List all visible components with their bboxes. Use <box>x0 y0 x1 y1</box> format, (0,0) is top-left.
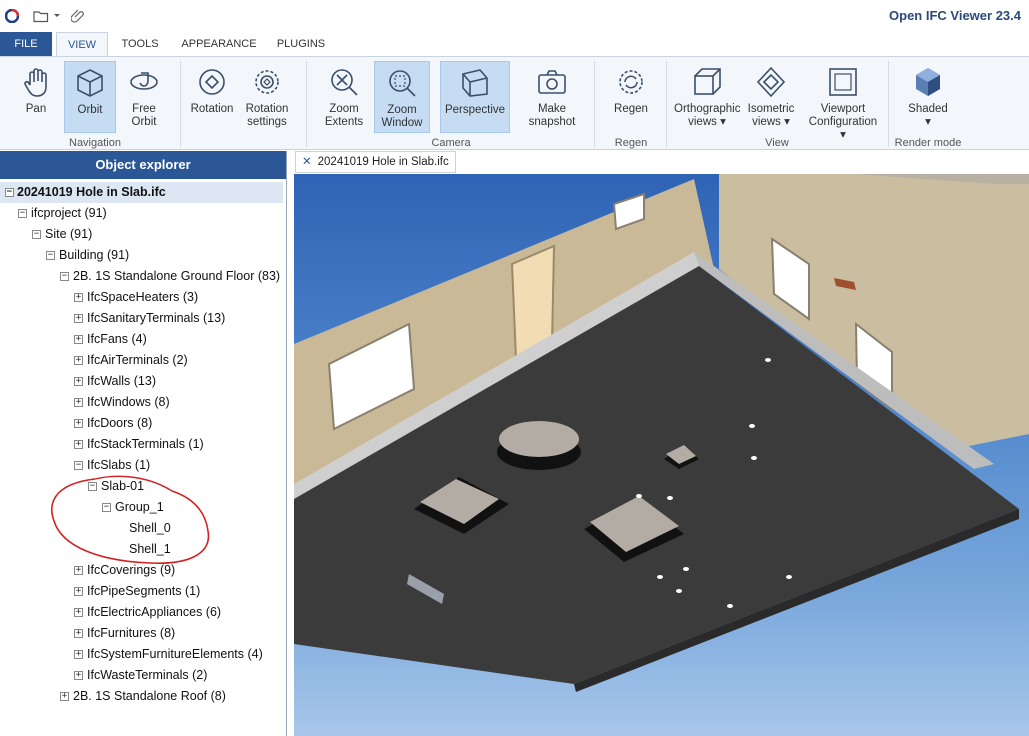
tab-tools[interactable]: TOOLS <box>112 32 168 56</box>
rotation-button[interactable]: Rotation <box>186 61 238 133</box>
expand-icon[interactable]: + <box>74 377 83 386</box>
group-separator <box>306 61 307 147</box>
group-label-regen: Regen <box>614 137 648 149</box>
expand-icon[interactable]: + <box>74 566 83 575</box>
expand-icon[interactable]: + <box>74 440 83 449</box>
circular-shell <box>499 421 579 457</box>
zoom-extents-button[interactable]: Zoom Extents <box>318 61 370 133</box>
perspective-button[interactable]: Perspective <box>440 61 510 133</box>
paperclip-icon[interactable] <box>70 6 88 26</box>
collapse-icon[interactable]: − <box>46 251 55 260</box>
regen-button[interactable]: Regen <box>604 61 658 133</box>
cube-icon <box>77 69 103 97</box>
collapse-icon[interactable]: − <box>18 209 27 218</box>
object-explorer-panel: Object explorer − 20241019 Hole in Slab.… <box>0 151 287 736</box>
title-bar: Open IFC Viewer 23.4 <box>0 0 1029 32</box>
collapse-icon[interactable]: − <box>88 482 97 491</box>
zoom-extents-icon <box>331 69 358 96</box>
rotation-icon <box>199 69 225 95</box>
collapse-icon[interactable]: − <box>5 188 14 197</box>
collapse-icon[interactable]: − <box>32 230 41 239</box>
tree-node-root[interactable]: − 20241019 Hole in Slab.ifc <box>0 182 283 203</box>
expand-icon[interactable]: + <box>74 335 83 344</box>
shaded-cube-icon <box>916 68 940 96</box>
isometric-views-button[interactable]: Isometric views ▾ <box>744 61 798 133</box>
gear-icon <box>255 70 279 94</box>
isometric-cube-icon <box>756 66 786 98</box>
viewport-frame-icon <box>829 68 857 96</box>
camera-icon <box>538 70 566 94</box>
expand-icon[interactable]: + <box>74 629 83 638</box>
expand-icon[interactable]: + <box>74 293 83 302</box>
free-orbit-icon <box>130 72 158 90</box>
app-title: Open IFC Viewer 23.4 <box>889 8 1021 23</box>
orthographic-cube-icon <box>694 68 721 95</box>
ribbon-tabs: FILE VIEW TOOLS APPEARANCE PLUGINS <box>0 32 1029 56</box>
group-label-camera: Camera <box>431 137 471 149</box>
expand-icon[interactable]: + <box>74 314 83 323</box>
expand-icon[interactable]: + <box>74 650 83 659</box>
close-icon[interactable]: ✕ <box>302 156 312 168</box>
expand-icon[interactable]: + <box>60 692 69 701</box>
3d-viewport[interactable] <box>294 174 1029 736</box>
viewport-configuration-button[interactable]: Viewport Configuration ▾ <box>804 61 882 141</box>
orthographic-views-button[interactable]: Orthographic views ▾ <box>672 61 742 133</box>
folder-open-icon[interactable] <box>32 6 50 26</box>
tab-appearance[interactable]: APPEARANCE <box>176 32 262 56</box>
expand-icon[interactable]: + <box>74 398 83 407</box>
expand-icon[interactable]: + <box>74 587 83 596</box>
hand-icon <box>24 68 47 97</box>
group-separator <box>180 61 181 147</box>
tab-plugins[interactable]: PLUGINS <box>270 32 332 56</box>
shaded-render-button[interactable]: Shaded ▾ <box>898 61 958 133</box>
tab-file[interactable]: FILE <box>0 32 52 56</box>
app-logo-icon[interactable] <box>4 6 20 26</box>
perspective-icon <box>462 69 488 97</box>
expand-icon[interactable]: + <box>74 419 83 428</box>
rotation-settings-button[interactable]: Rotation settings <box>240 61 294 133</box>
object-explorer-title: Object explorer <box>0 151 286 179</box>
collapse-icon[interactable]: − <box>60 272 69 281</box>
zoom-window-button[interactable]: Zoom Window <box>374 61 430 133</box>
zoom-window-icon <box>389 70 416 97</box>
orbit-button[interactable]: Orbit <box>64 61 116 133</box>
collapse-icon[interactable]: − <box>102 503 111 512</box>
expand-icon[interactable]: + <box>74 608 83 617</box>
chevron-down-icon[interactable] <box>52 6 62 26</box>
tab-view[interactable]: VIEW <box>56 32 108 56</box>
ribbon-panel: Pan Orbit Free Orbit Navigation Rotation… <box>0 56 1029 150</box>
group-separator <box>666 61 667 147</box>
document-tab[interactable]: ✕ 20241019 Hole in Slab.ifc <box>295 151 456 173</box>
group-label-render-mode: Render mode <box>894 137 962 149</box>
group-label-navigation: Navigation <box>69 137 121 149</box>
regen-icon <box>619 70 643 94</box>
expand-icon[interactable]: + <box>74 671 83 680</box>
group-separator <box>888 61 889 147</box>
building-model-render[interactable] <box>294 174 1029 736</box>
make-snapshot-button[interactable]: Make snapshot <box>520 61 584 133</box>
free-orbit-button[interactable]: Free Orbit <box>118 61 170 133</box>
group-separator <box>594 61 595 147</box>
collapse-icon[interactable]: − <box>74 461 83 470</box>
expand-icon[interactable]: + <box>74 356 83 365</box>
pan-button[interactable]: Pan <box>12 61 60 133</box>
group-label-view: View <box>765 137 789 149</box>
